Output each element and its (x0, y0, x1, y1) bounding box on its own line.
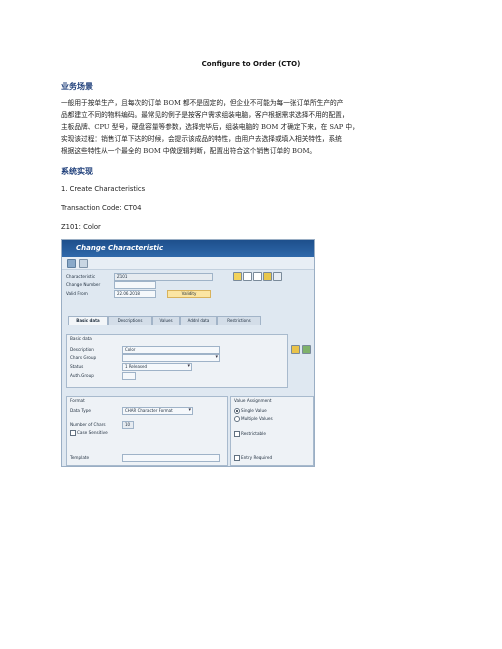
change-number-field[interactable] (114, 281, 156, 289)
auth-group-label: Auth.Group (70, 373, 94, 378)
section-heading-system-implementation: 系统实现 (61, 167, 93, 176)
tab-descriptions[interactable]: Descriptions (108, 316, 152, 325)
transaction-code-line: Transaction Code: CT04 (61, 204, 142, 212)
entry-required-label: Entry Required (241, 455, 273, 460)
entry-required-checkbox[interactable] (234, 455, 240, 461)
value-assignment-group-title: Value Assignment (234, 398, 272, 403)
case-sensitive-label: Case Sensitive (77, 430, 108, 435)
business-scenario-paragraph: 一般用于按单生产，且每次的订单 BOM 都不是固定的，但企业不可能为每一张订单所… (61, 97, 443, 157)
display-change-icon[interactable] (67, 259, 76, 268)
valid-from-field[interactable]: 22.06.2018 (114, 290, 156, 298)
create-icon[interactable] (253, 272, 262, 281)
value-assignment-group: Value Assignment Single Value Multiple V… (230, 396, 314, 466)
paragraph-line: 根据这些特性从一个最全的 BOM 中做逻辑判断，配置出符合这个销售订单的 BOM… (61, 147, 317, 155)
sap-screenshot: Change Characteristic Characteristic Z10… (61, 239, 315, 467)
template-label: Template (70, 455, 90, 460)
data-type-label: Data Type (70, 408, 91, 413)
valid-from-label: Valid From (66, 291, 88, 296)
sap-toolbar (62, 257, 314, 270)
tab-strip: Basic data Descriptions Values Addnl dat… (66, 316, 310, 325)
paragraph-line: 实现该过程：销售订单下达的时候，会提示该成品的特性，由用户去选择或填入相关特性，… (61, 135, 342, 143)
status-select[interactable]: 1 Released (122, 363, 192, 371)
single-value-label: Single Value (241, 408, 267, 413)
folder-icon[interactable] (263, 272, 272, 281)
status-label: Status (70, 364, 84, 369)
basic-data-group: Basic data Description Color Chars Group… (66, 334, 288, 388)
sap-title-bar: Change Characteristic (62, 240, 314, 257)
sap-window-title: Change Characteristic (76, 244, 164, 252)
check-icon[interactable] (302, 345, 311, 354)
format-group-title: Format (70, 398, 85, 403)
auth-group-field[interactable] (122, 372, 136, 380)
tab-values[interactable]: Values (152, 316, 180, 325)
num-chars-label: Number of Chars (70, 422, 106, 427)
description-label: Description (70, 347, 94, 352)
section-heading-business-scenario: 业务场景 (61, 82, 93, 91)
case-sensitive-checkbox[interactable] (70, 430, 76, 436)
document-icon[interactable] (243, 272, 252, 281)
other-object-icon[interactable] (79, 259, 88, 268)
paragraph-line: 一般用于按单生产，且每次的订单 BOM 都不是固定的，但企业不可能为每一张订单所… (61, 99, 344, 107)
restrictable-label: Restrictable (241, 431, 266, 436)
edit-attributes-icon[interactable] (291, 345, 300, 354)
tab-basic-data[interactable]: Basic data (68, 316, 108, 325)
template-field[interactable] (122, 454, 220, 462)
multiple-values-label: Multiple Values (241, 416, 273, 421)
change-number-label: Change Number (66, 282, 101, 287)
characteristic-line: Z101: Color (61, 223, 101, 231)
paragraph-line: 品都建立不同的物料编码。最常见的例子是按客户需求组装电脑，客户根据需求选择不用的… (61, 111, 349, 119)
char-group-select[interactable] (122, 354, 220, 362)
step-heading: 1. Create Characteristics (61, 185, 146, 193)
format-group: Format Data Type CHAR Character Format N… (66, 396, 228, 466)
restrictable-checkbox[interactable] (234, 431, 240, 437)
multiple-values-radio[interactable] (234, 416, 240, 422)
paragraph-line: 主板品牌、CPU 型号，硬盘容量等参数，选择完毕后，组装电脑的 BOM 才确定下… (61, 123, 359, 131)
document-title: Configure to Order (CTO) (201, 60, 301, 68)
description-field[interactable]: Color (122, 346, 220, 354)
data-type-select[interactable]: CHAR Character Format (122, 407, 193, 415)
tab-addnl-data[interactable]: Addnl data (180, 316, 217, 325)
edit-icon[interactable] (233, 272, 242, 281)
characteristic-field[interactable]: Z101 (114, 273, 213, 281)
tab-restrictions[interactable]: Restrictions (217, 316, 261, 325)
char-group-label: Chars Group (70, 355, 97, 360)
copy-icon[interactable] (273, 272, 282, 281)
validity-button[interactable]: Validity (167, 290, 211, 298)
single-value-radio[interactable] (234, 408, 240, 414)
characteristic-label: Characteristic (66, 274, 96, 279)
num-chars-field[interactable]: 10 (122, 421, 134, 429)
basic-data-group-title: Basic data (70, 336, 92, 341)
